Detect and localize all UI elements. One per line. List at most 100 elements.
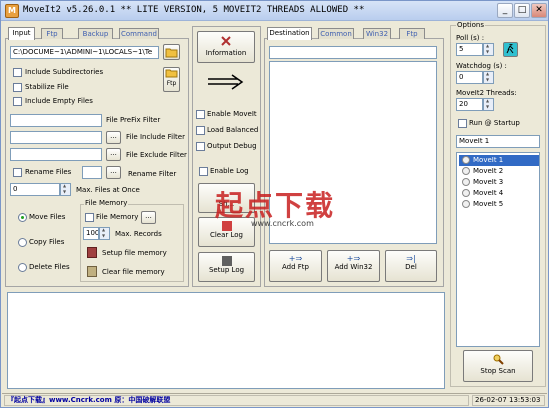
log-output[interactable] <box>7 292 445 389</box>
include-filter-input[interactable] <box>10 131 102 144</box>
tab-ftp-dest[interactable]: Ftp <box>399 28 425 39</box>
move-files-label: Move Files <box>29 213 66 221</box>
tab-win32[interactable]: Win32 <box>363 28 391 39</box>
information-label: Information <box>205 49 247 57</box>
list-item-label: MoveIt 4 <box>473 189 504 197</box>
max-files-label: Max. Files at Once <box>76 186 140 194</box>
list-item[interactable]: MoveIt 1 <box>459 155 539 166</box>
info-icon <box>221 36 231 46</box>
maximize-button[interactable]: □ <box>514 3 530 18</box>
file-memory-browse-button[interactable]: ... <box>141 211 156 224</box>
clear-memory-icon <box>87 266 97 277</box>
output-debug-checkbox[interactable] <box>196 142 205 151</box>
middle-panel <box>192 26 261 287</box>
enable-moveit-checkbox[interactable] <box>196 110 205 119</box>
add-win32-button[interactable]: +⇒ Add Win32 <box>327 250 380 282</box>
move-files-radio[interactable] <box>18 213 27 222</box>
max-files-input[interactable]: 0 <box>10 183 60 196</box>
tab-command[interactable]: Command <box>119 28 159 39</box>
clear-file-memory-link[interactable]: Clear file memory <box>102 268 165 277</box>
poll-label: Poll (s) : <box>456 34 485 42</box>
source-path-input[interactable]: C:\DOCUME~1\ADMINI~1\LOCALS~1\Te <box>10 46 159 59</box>
close-button[interactable]: ✕ <box>531 3 547 18</box>
exclude-filter-input[interactable] <box>10 148 102 161</box>
watchdog-label: Watchdog (s) : <box>456 62 507 70</box>
thread-name-input[interactable]: MoveIt 1 <box>456 135 540 148</box>
max-records-label: Max. Records <box>115 230 162 238</box>
copy-files-radio[interactable] <box>18 238 27 247</box>
load-balanced-checkbox[interactable] <box>196 126 205 135</box>
minimize-button[interactable]: _ <box>497 3 513 18</box>
enable-moveit-label: Enable MoveIt <box>207 110 257 118</box>
options-group-label: Options <box>456 21 486 30</box>
tab-backup[interactable]: Backup <box>78 28 113 39</box>
enable-log-checkbox[interactable] <box>199 167 208 176</box>
list-item[interactable]: MoveIt 4 <box>459 188 539 199</box>
poll-input[interactable]: 5 <box>456 43 483 56</box>
threads-label: MoveIt2 Threads: <box>456 89 517 97</box>
title-bar[interactable]: M MoveIt2 v5.26.0.1 ** LITE VERSION, 5 M… <box>1 1 548 21</box>
rename-filter-input[interactable] <box>82 166 102 179</box>
poll-spinner[interactable] <box>483 43 494 56</box>
watchdog-input[interactable]: 0 <box>456 71 483 84</box>
thread-icon <box>462 178 470 186</box>
exclude-filter-browse-button[interactable]: ... <box>106 148 121 161</box>
list-item-label: MoveIt 3 <box>473 178 504 186</box>
include-subdirectories-checkbox[interactable] <box>13 68 22 77</box>
main-window: M MoveIt2 v5.26.0.1 ** LITE VERSION, 5 M… <box>0 0 549 408</box>
threads-spinner[interactable] <box>483 98 494 111</box>
clear-log-label: Clear Log <box>209 231 244 239</box>
max-records-input[interactable]: 100 <box>83 227 99 240</box>
ftp-browse-button[interactable]: Ftp <box>163 67 180 92</box>
stop-scan-label: Stop Scan <box>480 367 516 375</box>
app-icon: M <box>5 4 19 18</box>
arrow-icon <box>208 74 244 90</box>
prefix-filter-label: File PreFix Filter <box>106 116 161 124</box>
max-files-spinner[interactable] <box>60 183 71 196</box>
add-win32-icon: +⇒ <box>346 254 361 263</box>
list-item[interactable]: MoveIt 3 <box>459 177 539 188</box>
exclude-filter-label: File Exclude Filter <box>126 151 187 159</box>
thread-icon <box>462 167 470 175</box>
setup-log-button[interactable]: Setup Log <box>198 252 255 282</box>
browse-folder-button[interactable] <box>163 44 180 60</box>
delete-icon: ⇒| <box>406 254 416 263</box>
include-filter-browse-button[interactable]: ... <box>106 131 121 144</box>
thread-icon <box>462 156 470 164</box>
add-ftp-label: Add Ftp <box>282 263 309 271</box>
include-filter-label: File Include Filter <box>126 133 185 141</box>
tab-input[interactable]: Input <box>8 27 35 40</box>
rename-filter-browse-button[interactable]: ... <box>106 166 121 179</box>
stop-scan-button[interactable]: Stop Scan <box>463 350 533 382</box>
stabilize-file-checkbox[interactable] <box>13 83 22 92</box>
run-button[interactable] <box>503 42 518 57</box>
folder-icon <box>165 48 178 58</box>
watermark-url: www.cncrk.com <box>251 219 314 228</box>
list-item[interactable]: MoveIt 2 <box>459 166 539 177</box>
delete-button[interactable]: ⇒| Del <box>385 250 437 282</box>
watchdog-spinner[interactable] <box>483 71 494 84</box>
prefix-filter-input[interactable] <box>10 114 102 127</box>
list-item-label: MoveIt 1 <box>473 156 504 164</box>
run-at-startup-checkbox[interactable] <box>458 119 467 128</box>
delete-files-radio[interactable] <box>18 263 27 272</box>
tab-common[interactable]: Common <box>318 28 354 39</box>
tab-ftp[interactable]: Ftp <box>41 28 63 39</box>
runner-icon <box>506 43 514 54</box>
include-empty-files-checkbox[interactable] <box>13 97 22 106</box>
tab-destination[interactable]: Destination <box>267 27 312 40</box>
output-debug-label: Output Debug <box>207 142 257 150</box>
list-item[interactable]: MoveIt 5 <box>459 199 539 210</box>
setup-log-icon <box>221 256 232 266</box>
threads-input[interactable]: 20 <box>456 98 483 111</box>
setup-file-memory-link[interactable]: Setup file memory <box>102 249 167 258</box>
add-ftp-button[interactable]: +⇒ Add Ftp <box>269 250 322 282</box>
max-records-spinner[interactable] <box>99 227 110 240</box>
file-memory-label: File Memory <box>96 213 139 221</box>
threads-list[interactable]: MoveIt 1 MoveIt 2 MoveIt 3 MoveIt 4 Move… <box>456 152 540 347</box>
information-button[interactable]: Information <box>197 31 255 63</box>
delete-files-label: Delete Files <box>29 263 70 271</box>
rename-files-checkbox[interactable] <box>13 168 22 177</box>
destination-input[interactable] <box>269 46 437 59</box>
file-memory-checkbox[interactable] <box>85 213 94 222</box>
